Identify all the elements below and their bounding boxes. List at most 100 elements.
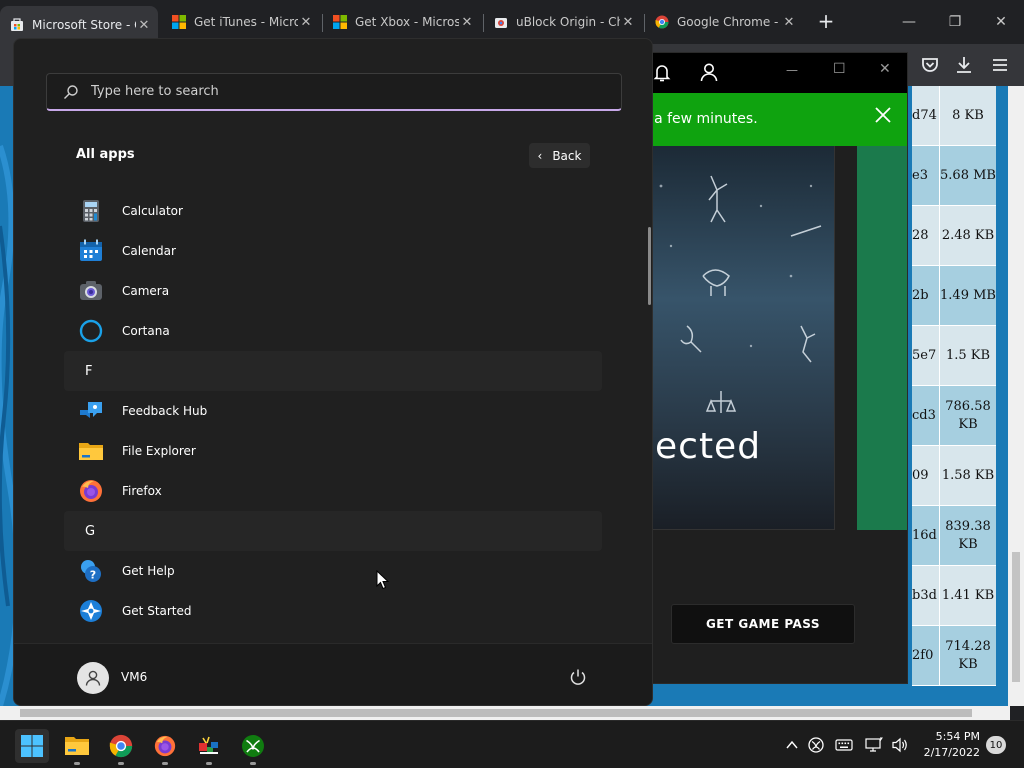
get-help-icon: ? bbox=[81, 560, 101, 582]
taskbar-firefox[interactable] bbox=[148, 729, 182, 765]
account-icon[interactable] bbox=[699, 62, 719, 82]
system-clock[interactable]: 5:54 PM 2/17/2022 bbox=[920, 729, 980, 761]
chevron-up-icon bbox=[786, 740, 798, 749]
app-item-calendar[interactable]: Calendar bbox=[64, 231, 602, 271]
tab-get-itunes[interactable]: Get iTunes - Microsoft ✕ bbox=[162, 6, 320, 38]
app-list-scrollbar[interactable] bbox=[648, 227, 651, 305]
tab-get-xbox[interactable]: Get Xbox - Microsoft ✕ bbox=[323, 6, 481, 38]
user-icon bbox=[85, 670, 101, 686]
calculator-icon bbox=[83, 200, 99, 222]
hero-headline: ected bbox=[655, 426, 762, 467]
app-label: Camera bbox=[122, 284, 170, 298]
app-item-file-explorer[interactable]: File Explorer bbox=[64, 431, 602, 471]
hash-cell: d74 bbox=[912, 86, 940, 145]
user-name[interactable]: VM6 bbox=[121, 670, 147, 684]
tab-google-chrome[interactable]: Google Chrome - Do ✕ bbox=[645, 6, 803, 38]
taskbar-media-app[interactable] bbox=[192, 729, 226, 765]
table-row: 28 2.48 KB bbox=[912, 206, 996, 266]
table-row: 16d 839.38 KB bbox=[912, 506, 996, 566]
tab-title: uBlock Origin - Chrome bbox=[516, 15, 620, 29]
avatar[interactable] bbox=[77, 662, 109, 694]
letter-header-f[interactable]: F bbox=[64, 351, 602, 391]
info-banner: e a few minutes. bbox=[641, 93, 907, 146]
close-icon[interactable] bbox=[873, 105, 893, 125]
search-icon bbox=[64, 84, 78, 99]
hash-cell: 16d bbox=[912, 506, 940, 565]
scrollbar-thumb[interactable] bbox=[20, 709, 972, 717]
microsoft-logo-icon bbox=[172, 15, 186, 29]
hash-cell: 5e7 bbox=[912, 326, 940, 385]
app-item-get-started[interactable]: Get Started bbox=[64, 591, 602, 631]
get-game-pass-button[interactable]: GET GAME PASS bbox=[671, 604, 855, 644]
letter-label: G bbox=[85, 523, 96, 539]
letter-header-g[interactable]: G bbox=[64, 511, 602, 551]
menu-icon[interactable] bbox=[988, 53, 1012, 77]
feedback-hub-icon bbox=[80, 402, 102, 418]
app-label: Feedback Hub bbox=[122, 404, 208, 418]
app-item-cortana[interactable]: Cortana bbox=[64, 311, 602, 351]
notification-bell-icon[interactable] bbox=[653, 63, 671, 83]
start-search-box[interactable] bbox=[46, 73, 622, 111]
size-cell: 8 KB bbox=[940, 86, 996, 145]
app-item-feedback-hub[interactable]: Feedback Hub bbox=[64, 391, 602, 431]
media-app-icon bbox=[199, 736, 218, 754]
size-cell: 1.5 KB bbox=[940, 326, 996, 385]
taskbar-chrome[interactable] bbox=[104, 729, 138, 765]
app-item-camera[interactable]: Camera bbox=[64, 271, 602, 311]
app-item-get-help[interactable]: ? Get Help bbox=[64, 551, 602, 591]
scrollbar-thumb[interactable] bbox=[1012, 552, 1020, 682]
hash-cell: cd3 bbox=[912, 386, 940, 445]
store-minimize-button[interactable]: — bbox=[786, 63, 798, 77]
app-item-firefox[interactable]: Firefox bbox=[64, 471, 602, 511]
size-cell: 714.28 KB bbox=[940, 626, 996, 685]
minimize-button[interactable]: — bbox=[894, 10, 924, 34]
running-indicator bbox=[250, 762, 256, 765]
chrome-icon bbox=[109, 734, 133, 758]
notification-badge[interactable]: 10 bbox=[986, 736, 1006, 754]
taskbar-file-explorer[interactable] bbox=[60, 729, 94, 765]
calendar-icon bbox=[80, 239, 102, 261]
store-maximize-button[interactable]: ☐ bbox=[833, 61, 846, 77]
running-indicator bbox=[162, 762, 168, 765]
close-window-button[interactable]: ✕ bbox=[986, 10, 1016, 34]
firefox-icon bbox=[80, 480, 102, 502]
app-label: Calculator bbox=[122, 204, 183, 218]
start-button[interactable] bbox=[15, 729, 49, 763]
tab-close-icon[interactable]: ✕ bbox=[136, 18, 152, 33]
size-cell: 1.41 KB bbox=[940, 566, 996, 625]
hash-cell: e3 bbox=[912, 146, 940, 205]
xbox-tray-button[interactable] bbox=[806, 735, 826, 755]
tab-close-icon[interactable]: ✕ bbox=[459, 15, 475, 30]
pocket-icon[interactable] bbox=[918, 53, 942, 77]
running-indicator bbox=[206, 762, 212, 765]
touch-keyboard-button[interactable] bbox=[834, 735, 854, 755]
maximize-button[interactable]: ❐ bbox=[940, 10, 970, 34]
new-tab-button[interactable]: + bbox=[815, 10, 837, 32]
app-label: Get Started bbox=[122, 604, 192, 618]
network-icon bbox=[865, 737, 883, 752]
power-icon[interactable] bbox=[569, 668, 587, 686]
tab-close-icon[interactable]: ✕ bbox=[298, 15, 314, 30]
app-item-calculator[interactable]: Calculator bbox=[64, 191, 602, 231]
tab-ublock-origin[interactable]: uBlock Origin - Chrome ✕ bbox=[484, 6, 642, 38]
volume-button[interactable] bbox=[890, 735, 910, 755]
network-button[interactable] bbox=[864, 735, 884, 755]
store-close-button[interactable]: ✕ bbox=[879, 61, 891, 77]
size-cell: 839.38 KB bbox=[940, 506, 996, 565]
horizontal-scrollbar[interactable] bbox=[0, 706, 1010, 720]
letter-label: F bbox=[85, 363, 93, 379]
tab-close-icon[interactable]: ✕ bbox=[781, 15, 797, 30]
tab-title: Google Chrome - Do bbox=[677, 15, 781, 29]
running-indicator bbox=[118, 762, 124, 765]
download-icon[interactable] bbox=[952, 53, 976, 77]
tab-close-icon[interactable]: ✕ bbox=[620, 15, 636, 30]
back-button[interactable]: ‹ Back bbox=[529, 143, 590, 168]
cortana-icon bbox=[79, 319, 103, 343]
store-favicon-icon bbox=[11, 18, 23, 31]
search-input[interactable] bbox=[91, 84, 591, 99]
table-row: 2b 1.49 MB bbox=[912, 266, 996, 326]
vertical-scrollbar[interactable] bbox=[1008, 86, 1024, 706]
running-indicator bbox=[74, 762, 80, 765]
show-hidden-icons-button[interactable] bbox=[782, 735, 802, 755]
taskbar-xbox[interactable] bbox=[236, 729, 270, 765]
